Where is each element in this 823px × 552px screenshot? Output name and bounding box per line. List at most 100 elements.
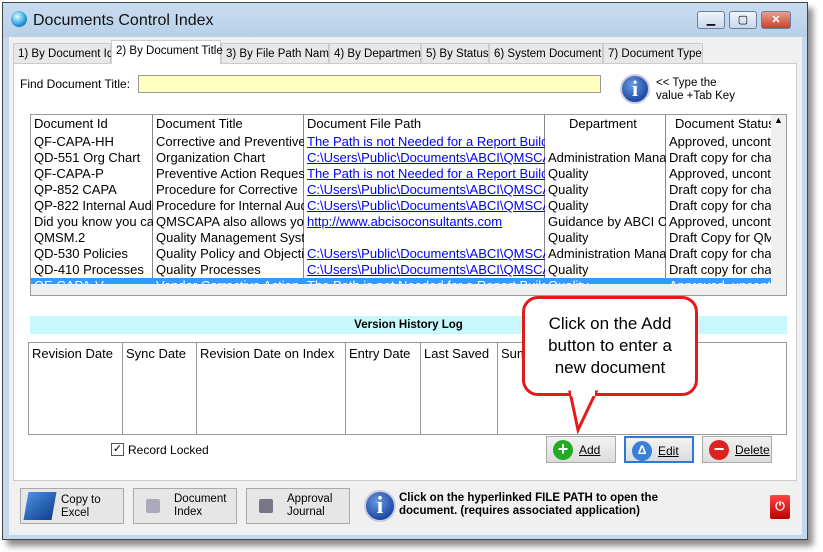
excel-line2: Excel bbox=[61, 507, 90, 519]
tab-by-document-title[interactable]: 2) By Document Title bbox=[111, 40, 223, 64]
cell-file-path[interactable]: C:\Users\Public\Documents\ABCI\QMSCAPA bbox=[304, 246, 545, 262]
cell-department: Quality bbox=[548, 182, 589, 197]
header-document-status[interactable]: Document Status bbox=[675, 116, 771, 131]
table-row[interactable]: QP-822 Internal Audit Procedure for Inter… bbox=[31, 198, 771, 214]
cell-document-id: QMSM.2 bbox=[34, 230, 86, 245]
cell-document-title: Preventive Action Request bbox=[156, 166, 304, 181]
cell-department: Quality bbox=[548, 198, 589, 213]
delete-button[interactable]: − Delete bbox=[702, 436, 772, 463]
callout-annotation: Click on the Add button to enter a new d… bbox=[522, 296, 698, 396]
cell-status: Draft copy for change bbox=[669, 150, 771, 165]
cell-document-title: Quality Management System bbox=[156, 230, 304, 245]
cell-department: Administration Management bbox=[548, 246, 666, 261]
header-department[interactable]: Department bbox=[569, 116, 637, 131]
power-exit-icon[interactable]: ⏻ bbox=[770, 495, 790, 519]
cell-file-path[interactable]: C:\Users\Public\Documents\ABCI\QMSCAPA bbox=[304, 150, 545, 166]
header-entry-date[interactable]: Entry Date bbox=[346, 343, 421, 434]
minimize-button[interactable]: ▁ bbox=[697, 11, 725, 29]
journal-line2: Journal bbox=[287, 506, 325, 518]
minus-icon: − bbox=[709, 440, 729, 460]
table-row[interactable]: Did you know you can QMSCAPA also allows … bbox=[31, 214, 771, 230]
info-icon: i bbox=[364, 490, 396, 522]
add-label: Add bbox=[579, 443, 601, 457]
cell-file-path[interactable]: C:\Users\Public\Documents\ABCI\QMSCAPA bbox=[304, 198, 545, 214]
tab-by-status[interactable]: 5) By Status bbox=[421, 43, 489, 64]
find-label: Find Document Title: bbox=[20, 77, 131, 91]
tab-document-type[interactable]: 7) Document Type bbox=[603, 43, 703, 64]
cell-status: Approved, uncontrolled bbox=[669, 134, 771, 149]
table-row[interactable]: QD-530 Policies Quality Policy and Object… bbox=[31, 246, 771, 262]
header-last-saved[interactable]: Last Saved bbox=[421, 343, 498, 434]
cell-document-title: Procedure for Corrective bbox=[156, 182, 298, 197]
hint-line-1: << Type the bbox=[656, 77, 717, 89]
cell-document-id: QD-410 Processes bbox=[34, 262, 144, 277]
cell-document-id: Did you know you can bbox=[34, 214, 153, 229]
cell-department: Quality bbox=[548, 230, 589, 245]
cell-document-id: QF-CAPA-P bbox=[34, 166, 104, 181]
edit-label: Edit bbox=[658, 444, 679, 458]
info-icon: i bbox=[620, 74, 650, 104]
excel-icon bbox=[23, 492, 57, 520]
approval-journal-button[interactable]: Approval Journal bbox=[246, 488, 350, 524]
table-row[interactable]: QD-410 Processes Quality Processes C:\User… bbox=[31, 262, 771, 278]
cell-status: Draft copy for change bbox=[669, 262, 771, 277]
edit-button[interactable]: Δ Edit bbox=[624, 436, 694, 463]
journal-line1: Approval bbox=[287, 493, 333, 505]
table-row[interactable]: QF-CAPA-P Preventive Action Request The Pa… bbox=[31, 166, 771, 182]
document-index-button[interactable]: Document Index bbox=[133, 488, 237, 524]
table-row[interactable]: QF-CAPA-HH Corrective and Preventive The P… bbox=[31, 134, 771, 150]
tab-by-department[interactable]: 4) By Department bbox=[329, 43, 424, 64]
delete-label: Delete bbox=[735, 443, 770, 457]
cell-file-path[interactable]: The Path is not Needed for a Report Buil… bbox=[304, 166, 545, 182]
header-revision-date[interactable]: Revision Date bbox=[29, 343, 123, 434]
table-row[interactable]: QP-852 CAPA Procedure for Corrective C:\Us… bbox=[31, 182, 771, 198]
tab-by-document-id[interactable]: 1) By Document Id bbox=[13, 43, 113, 64]
add-button[interactable]: + Add bbox=[546, 436, 616, 463]
delta-icon: Δ bbox=[632, 441, 652, 461]
record-locked-label: Record Locked bbox=[128, 443, 209, 457]
title-bar: Documents Control Index ▁ ▢ ✕ bbox=[3, 3, 807, 37]
close-button[interactable]: ✕ bbox=[761, 11, 791, 29]
client-area: 1) By Document Id 2) By Document Title 3… bbox=[9, 37, 802, 535]
record-locked-checkbox[interactable]: ✓ bbox=[111, 443, 124, 456]
cell-department: Quality bbox=[548, 166, 589, 181]
cell-document-id: QF-CAPA-HH bbox=[34, 134, 114, 149]
horizontal-scrollbar[interactable] bbox=[31, 284, 786, 295]
find-document-title-input[interactable] bbox=[138, 75, 601, 93]
excel-line1: Copy to bbox=[61, 494, 101, 506]
cell-file-path bbox=[304, 230, 545, 246]
cell-status: Draft copy for change bbox=[669, 198, 771, 213]
header-file-path[interactable]: Document File Path bbox=[307, 116, 421, 131]
cell-document-title: Organization Chart bbox=[156, 150, 266, 165]
callout-pointer bbox=[568, 390, 599, 435]
cell-file-path[interactable]: http://www.abcisoconsultants.com bbox=[304, 214, 545, 230]
cell-status: Approved, uncontrolled bbox=[669, 214, 771, 229]
cell-document-title: Quality Policy and Objectives bbox=[156, 246, 304, 261]
file-path-hint: Click on the hyperlinked FILE PATH to op… bbox=[399, 492, 658, 517]
cell-department: Guidance by ABCI Consultants bbox=[548, 214, 666, 229]
documents-grid: Document Id Document Title Document File… bbox=[30, 114, 787, 296]
plus-icon: + bbox=[553, 440, 573, 460]
cell-document-title: Procedure for Internal Audit bbox=[156, 198, 304, 213]
cell-file-path[interactable]: C:\Users\Public\Documents\ABCI\QMSCAPA bbox=[304, 182, 545, 198]
cell-document-title: Corrective and Preventive bbox=[156, 134, 304, 149]
header-document-id[interactable]: Document Id bbox=[34, 116, 108, 131]
cell-file-path[interactable]: The Path is not Needed for a Report Buil… bbox=[304, 134, 545, 150]
header-sync-date[interactable]: Sync Date bbox=[123, 343, 197, 434]
copy-to-excel-button[interactable]: Copy to Excel bbox=[20, 488, 124, 524]
printer-icon bbox=[146, 499, 160, 513]
table-row[interactable]: QMSM.2 Quality Management System Quality Dr… bbox=[31, 230, 771, 246]
table-row[interactable]: QD-551 Org Chart Organization Chart C:\Use… bbox=[31, 150, 771, 166]
header-document-title[interactable]: Document Title bbox=[156, 116, 243, 131]
tab-panel: Find Document Title: i << Type the value… bbox=[13, 63, 797, 481]
tab-by-file-path[interactable]: 3) By File Path Name bbox=[221, 43, 335, 64]
tab-system-document-id[interactable]: 6) System Document Id bbox=[489, 43, 614, 64]
maximize-button[interactable]: ▢ bbox=[729, 11, 757, 29]
header-revision-date-on-index[interactable]: Revision Date on Index bbox=[197, 343, 346, 434]
cell-file-path[interactable]: C:\Users\Public\Documents\ABCI\QMSCAPA bbox=[304, 262, 545, 278]
vertical-scrollbar[interactable]: ▲ bbox=[771, 115, 786, 285]
cell-document-id: QD-530 Policies bbox=[34, 246, 128, 261]
cell-department bbox=[545, 134, 666, 150]
main-window: Documents Control Index ▁ ▢ ✕ 1) By Docu… bbox=[2, 2, 808, 540]
docindex-line1: Document bbox=[174, 493, 227, 505]
